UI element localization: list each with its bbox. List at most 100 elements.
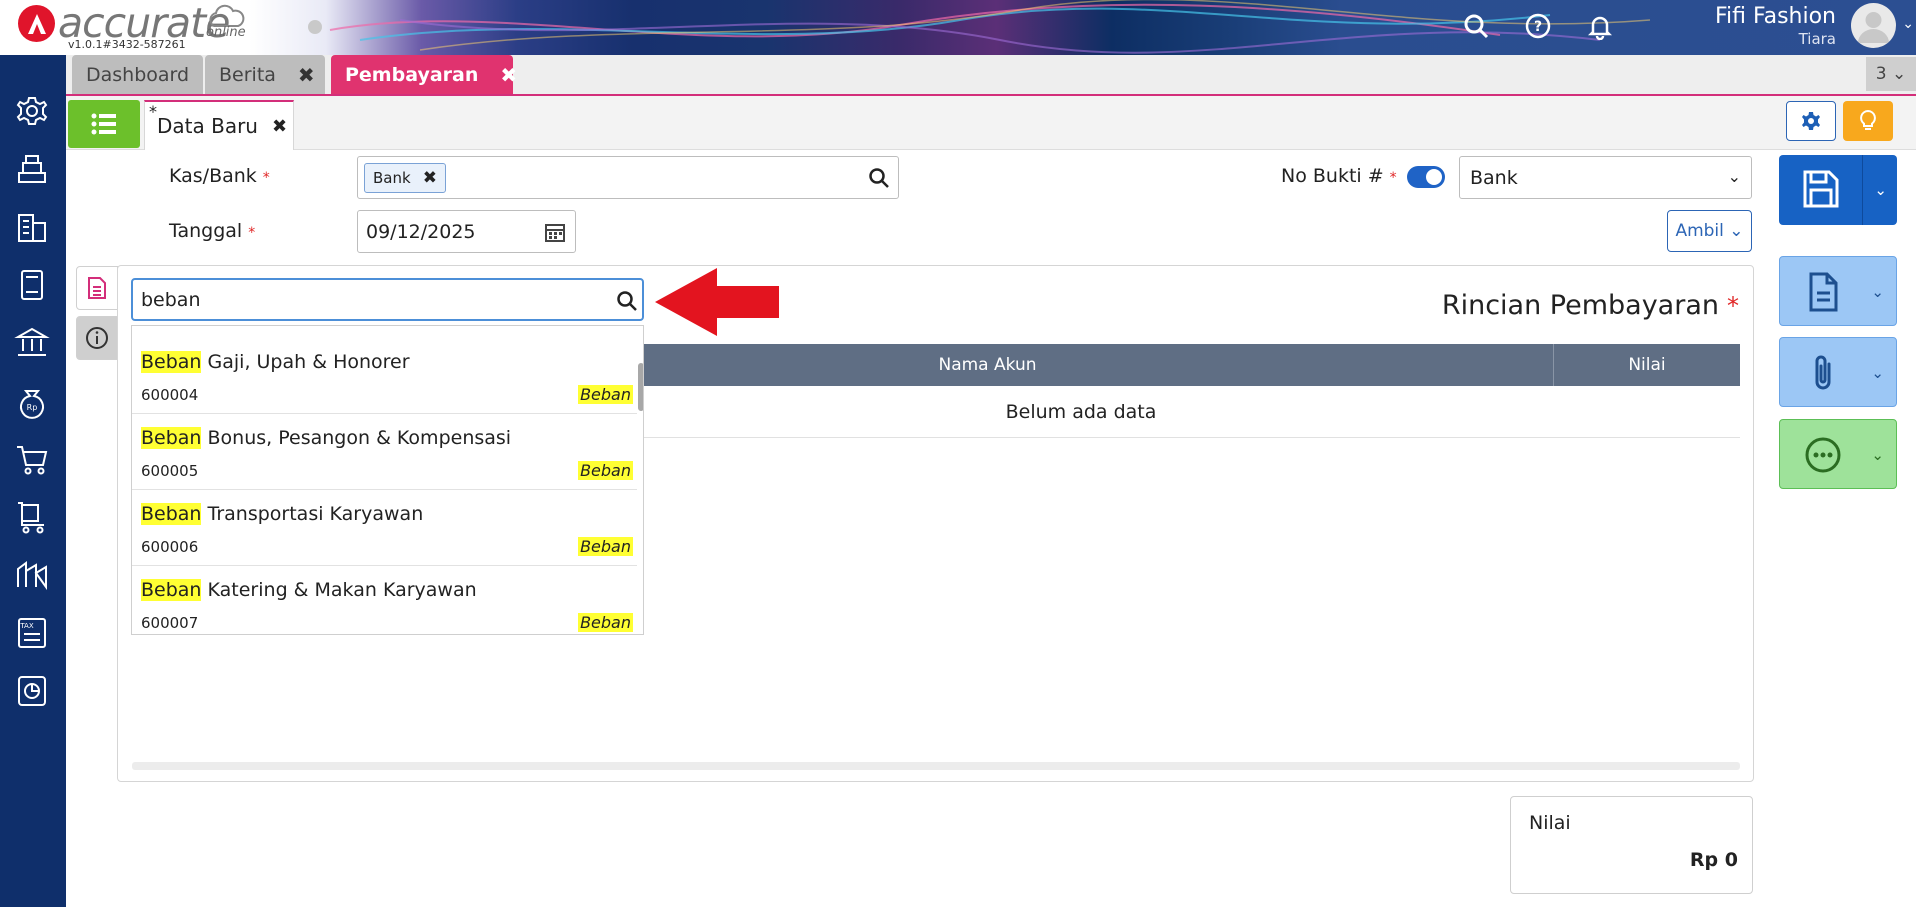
save-button[interactable]: ⌄ (1779, 155, 1897, 225)
account-type: Beban (578, 613, 633, 632)
required-mark: * (248, 225, 256, 241)
account-name: Beban Gaji, Upah & Honorer (141, 351, 410, 373)
info-tab[interactable] (76, 316, 118, 360)
close-icon[interactable]: ✖ (423, 168, 437, 188)
total-nilai-label: Nilai (1529, 812, 1571, 834)
svg-text:?: ? (1534, 19, 1542, 35)
help-icon[interactable]: ? (1524, 12, 1552, 40)
kas-bank-field[interactable]: Bank ✖ (357, 156, 899, 199)
dropdown-scrollbar[interactable] (638, 363, 643, 411)
kas-bank-chip[interactable]: Bank ✖ (364, 163, 446, 193)
document-actions-button[interactable]: ⌄ (1779, 256, 1897, 326)
settings-gear-icon[interactable] (14, 93, 50, 129)
horizontal-scrollbar[interactable] (132, 762, 1740, 770)
chip-label: Bank (373, 169, 411, 187)
notification-bell-icon[interactable] (1586, 12, 1614, 40)
close-icon[interactable]: ✖ (298, 63, 315, 87)
accurate-logo[interactable]: accurate (18, 0, 230, 47)
header-wave-decoration (329, 0, 1651, 54)
account-code: 600005 (141, 462, 199, 480)
status-dot (308, 20, 322, 34)
user-avatar-icon (1858, 12, 1889, 43)
attachment-button[interactable]: ⌄ (1779, 337, 1897, 407)
cashier-icon[interactable] (14, 151, 50, 187)
panel-title: Rincian Pembayaran * (1441, 290, 1739, 321)
close-icon[interactable]: ✖ (500, 63, 517, 87)
search-input-value: beban (141, 289, 201, 311)
paperclip-icon (1815, 355, 1831, 390)
more-options-icon (1805, 437, 1841, 473)
list-view-button[interactable] (68, 100, 140, 148)
warehouse-icon[interactable] (14, 557, 50, 593)
account-search-input[interactable]: beban (131, 278, 644, 321)
save-disk-icon (1803, 170, 1839, 208)
account-name: Beban Transportasi Karyawan (141, 503, 424, 525)
tanggal-label: Tanggal * (169, 220, 256, 242)
form-settings-button[interactable] (1786, 101, 1836, 141)
no-bukti-auto-toggle[interactable] (1407, 166, 1445, 188)
open-tabs-count[interactable]: 3 ⌄ (1866, 57, 1916, 91)
column-header-nilai[interactable]: Nilai (1554, 344, 1740, 386)
tips-button[interactable] (1843, 101, 1893, 141)
more-actions-button[interactable]: ⌄ (1779, 419, 1897, 489)
account-name: Beban Bonus, Pesangon & Kompensasi (141, 427, 512, 449)
red-arrow-annotation-icon (655, 268, 779, 336)
avatar[interactable] (1851, 3, 1896, 48)
tab-label: Pembayaran (345, 63, 479, 86)
chevron-down-icon: ⌄ (1871, 364, 1884, 382)
report-chart-icon[interactable] (14, 673, 50, 709)
svg-text:TAX: TAX (19, 622, 34, 630)
account-type: Beban (578, 461, 633, 480)
svg-text:Rp: Rp (27, 403, 38, 412)
shopping-cart-icon[interactable] (14, 441, 50, 477)
chevron-down-icon: ⌄ (1727, 167, 1741, 186)
version-text: v1.0.1#3432-587261 (68, 38, 186, 51)
tanggal-field[interactable]: 09/12/2025 (357, 210, 576, 253)
company-building-icon[interactable] (14, 209, 50, 245)
tab-pembayaran[interactable]: Pembayaran ✖ (331, 55, 517, 94)
calendar-icon[interactable] (544, 221, 566, 243)
total-nilai-value: Rp 0 (1689, 849, 1738, 871)
account-code: 600006 (141, 538, 199, 556)
account-code: 600007 (141, 614, 199, 632)
money-bag-icon[interactable]: Rp (14, 383, 50, 419)
no-bukti-label: No Bukti # * (1281, 165, 1397, 187)
subtab-label: Data Baru (157, 114, 258, 138)
detail-tab[interactable] (76, 266, 118, 310)
logo-text: accurate (58, 0, 230, 47)
kas-bank-label: Kas/Bank * (169, 165, 270, 187)
ledger-book-icon[interactable] (14, 267, 50, 303)
no-bukti-select[interactable]: Bank ⌄ (1459, 156, 1752, 199)
chevron-down-icon[interactable]: ⌄ (1902, 16, 1914, 32)
chevron-down-icon[interactable]: ⌄ (1874, 181, 1887, 199)
total-nilai-box: Nilai Rp 0 (1510, 796, 1753, 894)
search-icon[interactable] (1462, 12, 1490, 40)
account-type: Beban (578, 537, 633, 556)
search-icon[interactable] (616, 290, 638, 312)
gear-icon (1802, 112, 1820, 130)
tab-dashboard[interactable]: Dashboard (72, 55, 204, 94)
tax-document-icon[interactable]: TAX (14, 615, 50, 651)
required-mark: * (1727, 292, 1739, 320)
list-item[interactable]: Beban Gaji, Upah & Honorer 600004 Beban (132, 338, 637, 414)
tanggal-value: 09/12/2025 (366, 221, 476, 243)
account-type: Beban (578, 385, 633, 404)
list-icon (91, 113, 116, 135)
inventory-cart-icon[interactable] (14, 499, 50, 535)
ambil-button[interactable]: Ambil ⌄ (1667, 210, 1752, 252)
accurate-logo-icon (18, 5, 55, 42)
list-item[interactable]: Beban Transportasi Karyawan 600006 Beban (132, 490, 637, 566)
search-icon[interactable] (868, 167, 890, 189)
company-info[interactable]: Fifi Fashion Tiara (1715, 4, 1836, 48)
list-item[interactable]: Beban Bonus, Pesangon & Kompensasi 60000… (132, 414, 637, 490)
close-icon[interactable]: ✖ (272, 116, 287, 137)
subtab-data-baru[interactable]: * Data Baru ✖ (144, 100, 294, 150)
sidebar: Rp TAX (0, 55, 66, 907)
account-name: Beban Katering & Makan Karyawan (141, 579, 477, 601)
tab-berita[interactable]: Berita ✖ (205, 55, 325, 94)
subtab-bar: * Data Baru ✖ (66, 96, 1916, 150)
list-item[interactable]: Beban Katering & Makan Karyawan 600007 B… (132, 566, 637, 634)
bank-icon[interactable] (14, 325, 50, 361)
logo-online-text: online (206, 25, 246, 40)
required-mark: * (262, 170, 270, 186)
